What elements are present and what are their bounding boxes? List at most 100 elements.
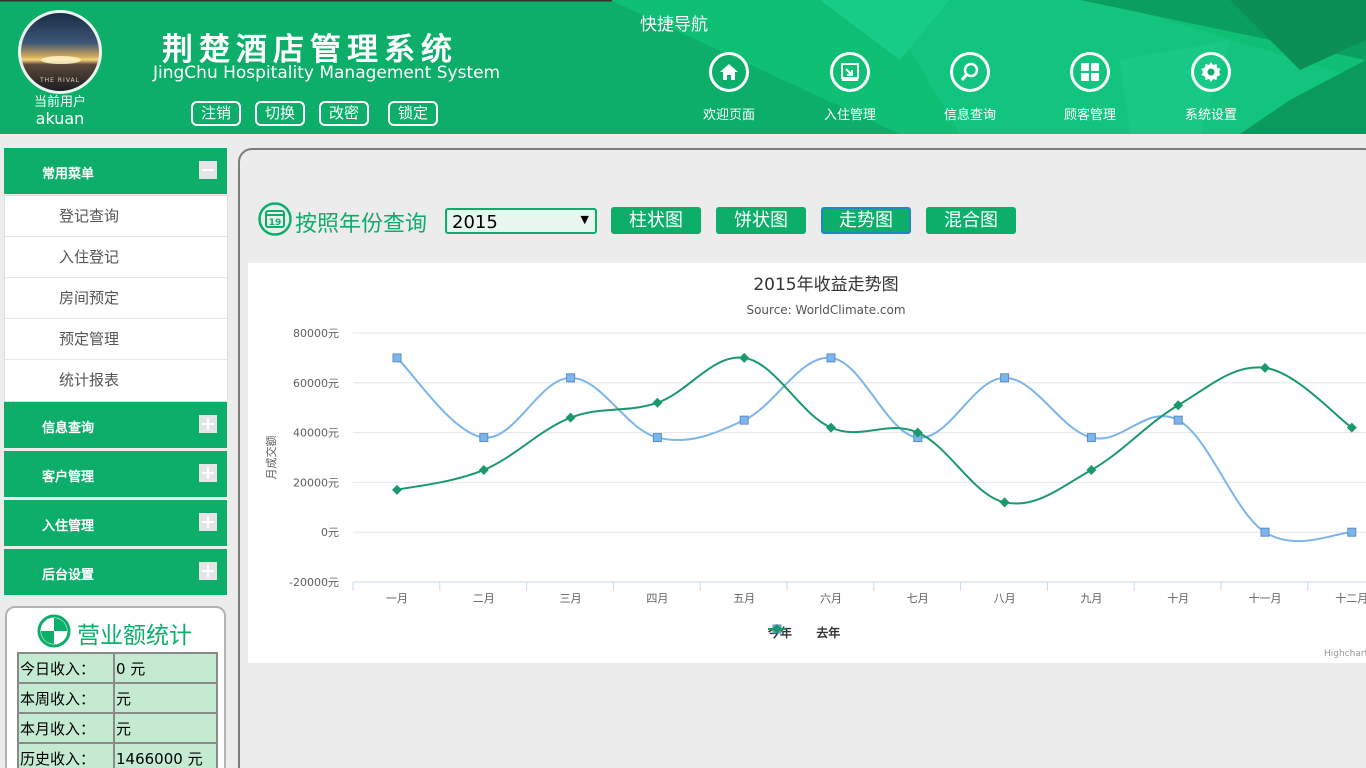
legend-label: 去年 <box>816 626 841 640</box>
x-tick-label: 十一月 <box>1249 591 1282 605</box>
nav-info-query[interactable]: 信息查询 <box>920 52 1020 124</box>
sidebar-section-label: 客户管理 <box>42 470 95 485</box>
data-point <box>999 497 1010 508</box>
data-point <box>1173 415 1183 425</box>
table-row: 今日收入： 0 元 <box>17 652 218 684</box>
line-chart[interactable]: 80000元 60000元 40000元 20000元 0元 -20000元一月 二月 三月 四… <box>248 263 1366 663</box>
stats-table: 今日收入： 0 元 本周收入：元 本月收入：元 历史收入： 1466000 元 <box>17 652 218 768</box>
current-user-name: akuan <box>35 109 85 128</box>
nav-welcome-label: 欢迎页面 <box>702 108 755 123</box>
dropdown-arrow-icon: ▼ <box>580 213 589 226</box>
sidebar-item-checkin-register[interactable]: 入住登记 <box>5 237 227 278</box>
y-tick-label: 80000元 <box>293 327 339 340</box>
x-tick-label: 四月 <box>646 592 668 605</box>
sidebar-item-booking-manage[interactable]: 预定管理 <box>5 319 227 360</box>
y-tick-label: -20000元 <box>289 576 339 589</box>
nav-checkin[interactable]: 入住管理 <box>800 52 900 124</box>
data-point <box>1086 464 1097 475</box>
y-tick-label: 0元 <box>321 526 339 539</box>
data-point <box>739 415 749 425</box>
expand-icon[interactable] <box>199 562 217 580</box>
sidebar-section-info-query[interactable]: 信息查询 <box>4 402 227 448</box>
avatar-sun-glow <box>41 56 81 64</box>
chart-legend: 今年 去年 <box>768 624 860 641</box>
sidebar-section-admin[interactable]: 后台设置 <box>4 549 227 595</box>
sidebar-section-label: 常用菜单 <box>42 167 95 182</box>
pie-chart-button[interactable]: 饼状图 <box>716 207 806 234</box>
table-row: 历史收入： 1466000 元 <box>17 742 218 768</box>
expand-icon[interactable] <box>199 464 217 482</box>
sidebar-section-label: 后台设置 <box>42 568 95 583</box>
stat-value: 元 <box>113 712 218 744</box>
lock-button[interactable]: 锁定 <box>388 101 438 126</box>
sidebar-item-registration-query[interactable]: 登记查询 <box>5 196 227 237</box>
avatar[interactable]: THE RIVAL <box>18 10 102 94</box>
y-tick-label: 60000元 <box>293 377 339 390</box>
bar-chart-button[interactable]: 柱状图 <box>611 207 701 234</box>
stat-label: 今日收入： <box>17 652 115 684</box>
stat-label: 历史收入： <box>17 742 115 768</box>
mixed-chart-button[interactable]: 混合图 <box>926 207 1016 234</box>
x-tick-label: 三月 <box>560 592 582 605</box>
data-point <box>1000 373 1010 383</box>
pie-chart-icon <box>37 614 71 648</box>
sidebar-item-room-booking[interactable]: 房间预定 <box>5 278 227 319</box>
system-subtitle: JingChu Hospitality Management System <box>153 63 501 83</box>
table-row: 本周收入：元 <box>17 682 218 714</box>
stat-value: 0 元 <box>113 652 218 684</box>
table-row: 本月收入：元 <box>17 712 218 744</box>
stat-value: 元 <box>113 682 218 714</box>
nav-settings[interactable]: 系统设置 <box>1161 52 1261 124</box>
x-tick-label: 十月 <box>1167 591 1189 605</box>
y-axis-title: 月成交额 <box>264 436 278 480</box>
nav-info-query-label: 信息查询 <box>943 108 996 123</box>
year-select[interactable]: 2015 ▼ <box>445 208 597 234</box>
x-tick-label: 十二月 <box>1335 591 1366 605</box>
data-point <box>652 433 662 443</box>
chart-credits[interactable]: Highcharts.com <box>1324 649 1366 659</box>
expand-icon[interactable] <box>199 415 217 433</box>
change-password-button[interactable]: 改密 <box>319 101 369 126</box>
app-header: THE RIVAL 当前用户 akuan 荆楚酒店管理系统 JingChu Ho… <box>0 0 1366 134</box>
collapse-icon[interactable] <box>199 161 217 179</box>
data-point <box>565 412 576 423</box>
sidebar-section-common[interactable]: 常用菜单 <box>4 148 227 194</box>
data-point <box>1347 527 1357 537</box>
calendar-icon: 19 <box>258 202 292 236</box>
sidebar-section-checkin[interactable]: 入住管理 <box>4 500 227 546</box>
chart-container: 2015年收益走势图 Source: WorldClimate.com 8000… <box>248 263 1366 663</box>
data-point <box>826 353 836 363</box>
y-tick-label: 20000元 <box>293 476 339 489</box>
sidebar-section-customer[interactable]: 客户管理 <box>4 451 227 497</box>
quick-nav-title: 快捷导航 <box>640 15 708 35</box>
x-tick-label: 五月 <box>733 592 755 605</box>
grid-icon <box>1070 52 1110 92</box>
x-tick-label: 八月 <box>994 592 1016 605</box>
x-tick-label: 二月 <box>473 592 495 605</box>
series-line-last-year <box>396 356 1353 505</box>
switch-user-button[interactable]: 切换 <box>255 101 305 126</box>
current-user-label: 当前用户 <box>33 95 86 110</box>
data-point <box>478 464 489 475</box>
data-point <box>826 422 836 433</box>
data-point <box>392 484 402 495</box>
nav-settings-label: 系统设置 <box>1184 108 1237 123</box>
data-point <box>392 353 402 363</box>
checkin-icon <box>830 52 870 92</box>
legend-item-last-year[interactable]: 去年 <box>768 624 841 641</box>
nav-welcome[interactable]: 欢迎页面 <box>679 52 779 124</box>
sidebar-menu-list: 登记查询 入住登记 房间预定 预定管理 统计报表 <box>4 195 228 402</box>
sidebar-item-reports[interactable]: 统计报表 <box>5 360 227 401</box>
nav-checkin-label: 入住管理 <box>823 108 876 123</box>
avatar-caption: THE RIVAL <box>40 77 80 84</box>
trend-chart-button[interactable]: 走势图 <box>821 207 911 234</box>
year-query-label: 按照年份查询 <box>295 212 428 237</box>
data-point <box>1260 362 1270 373</box>
expand-icon[interactable] <box>199 513 217 531</box>
sidebar-section-label: 信息查询 <box>42 421 95 436</box>
data-point <box>566 373 576 383</box>
logout-button[interactable]: 注销 <box>191 101 241 126</box>
nav-customer[interactable]: 顾客管理 <box>1040 52 1140 124</box>
x-tick-label: 七月 <box>907 592 929 605</box>
stat-value: 1466000 元 <box>113 742 218 768</box>
